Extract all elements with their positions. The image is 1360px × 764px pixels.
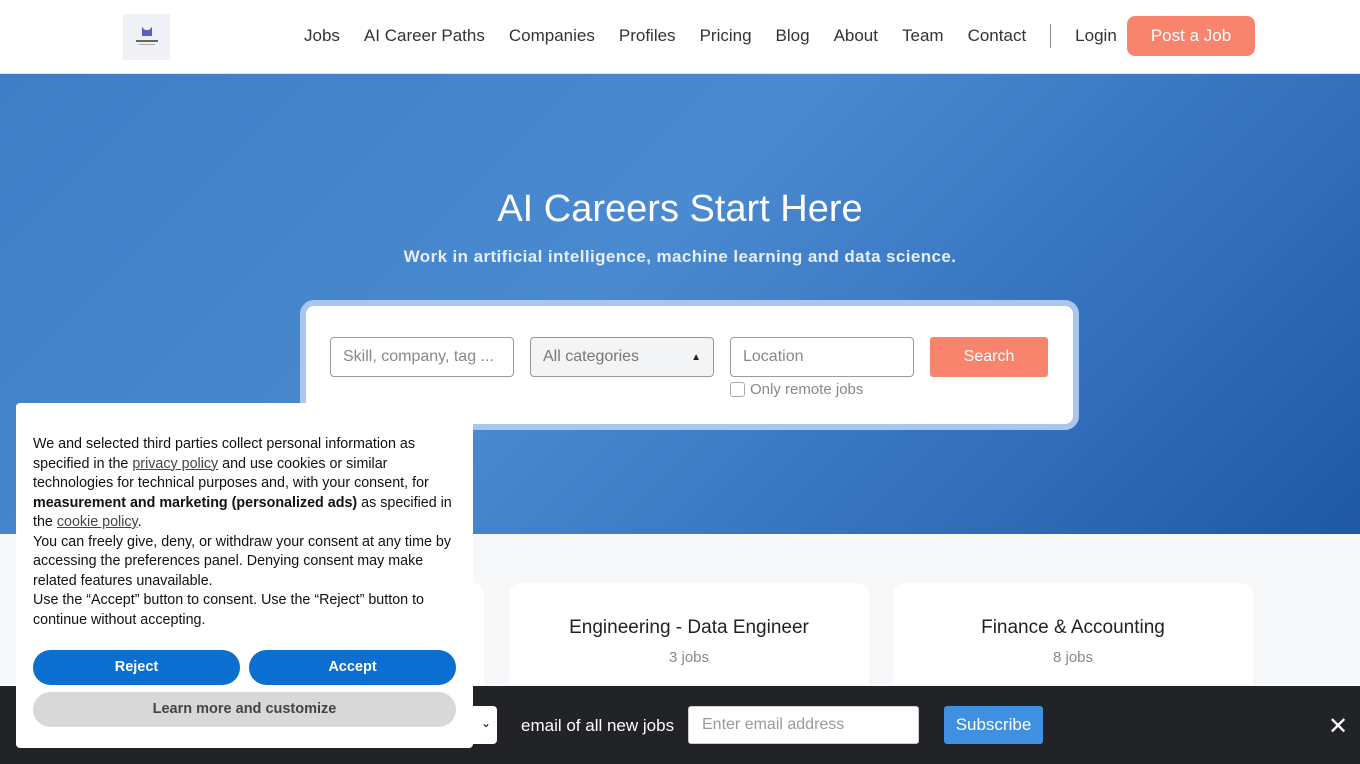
remote-label: Only remote jobs (750, 381, 864, 398)
privacy-policy-link[interactable]: privacy policy (132, 456, 218, 472)
logo[interactable] (123, 14, 170, 60)
login-link[interactable]: Login (1075, 26, 1117, 46)
post-job-button[interactable]: Post a Job (1127, 16, 1255, 56)
cookie-policy-link[interactable]: cookie policy (57, 514, 138, 530)
nav-about[interactable]: About (834, 26, 878, 46)
hero-subtitle: Work in artificial intelligence, machine… (403, 247, 957, 266)
reject-button[interactable]: Reject (33, 650, 240, 685)
nav-ai-career-paths[interactable]: AI Career Paths (364, 26, 485, 46)
email-input[interactable]: Enter email address (688, 706, 919, 744)
nav-jobs[interactable]: Jobs (304, 26, 340, 46)
category-select[interactable]: All categories ▲ (530, 337, 714, 377)
category-title: Finance & Accounting (981, 617, 1165, 638)
nav-profiles[interactable]: Profiles (619, 26, 676, 46)
nav-blog[interactable]: Blog (776, 26, 810, 46)
category-count: 3 jobs (668, 649, 710, 666)
location-input[interactable]: Location (730, 337, 914, 377)
accept-button[interactable]: Accept (249, 650, 456, 685)
learn-more-button[interactable]: Learn more and customize (33, 692, 456, 727)
cookie-text: We and selected third parties collect pe… (33, 436, 452, 530)
nav-contact[interactable]: Contact (968, 26, 1027, 46)
cookie-banner: We and selected third parties collect pe… (16, 403, 473, 748)
subscribe-text: email of all new jobs (521, 716, 675, 735)
category-value: All categories (543, 348, 640, 365)
subscribe-button[interactable]: Subscribe (944, 706, 1043, 744)
select-arrows-icon: ▲ (691, 351, 701, 363)
remote-checkbox[interactable]: Only remote jobs (730, 381, 863, 398)
category-title: Engineering - Data Engineer (569, 617, 809, 638)
cookie-text-3: Use the “Accept” button to consent. Use … (33, 592, 424, 628)
search-button[interactable]: Search (930, 337, 1048, 377)
main-menu: Jobs AI Career Paths Companies Profiles … (292, 16, 1129, 56)
nav-divider (1050, 24, 1052, 48)
nav-team[interactable]: Team (902, 26, 944, 46)
nav-companies[interactable]: Companies (509, 26, 595, 46)
nav-pricing[interactable]: Pricing (700, 26, 752, 46)
cookie-text-2: You can freely give, deny, or withdraw y… (33, 533, 452, 589)
close-icon[interactable]: ✕ (1328, 712, 1348, 741)
category-count: 8 jobs (1052, 649, 1094, 666)
chevron-down-icon: ⌄ (480, 716, 491, 730)
top-nav: Jobs AI Career Paths Companies Profiles … (0, 0, 1360, 74)
skill-input[interactable]: Skill, company, tag ... (330, 337, 514, 377)
checkbox-icon[interactable] (730, 382, 745, 397)
hero-title: AI Careers Start Here (497, 188, 863, 230)
